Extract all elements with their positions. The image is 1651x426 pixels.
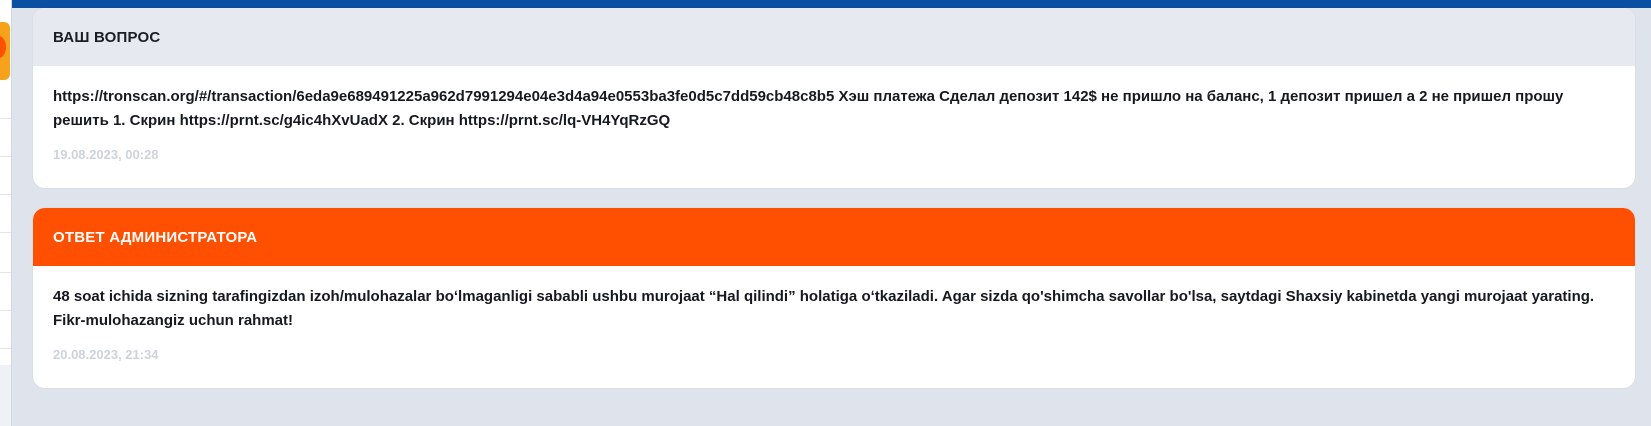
sidebar-divider [0,156,11,157]
sidebar-divider [0,310,11,311]
sidebar-divider [0,348,11,349]
answer-header: ОТВЕТ АДМИНИСТРАТОРА [33,208,1635,266]
sidebar-divider [0,194,11,195]
answer-date: 20.08.2023, 21:34 [53,347,159,362]
question-header: ВАШ ВОПРОС [33,8,1635,66]
question-card: ВАШ ВОПРОС https://tronscan.org/#/transa… [33,8,1635,188]
answer-card: ОТВЕТ АДМИНИСТРАТОРА 48 soat ichida sizn… [33,208,1635,388]
question-date: 19.08.2023, 00:28 [53,147,159,162]
top-header-band [0,0,1651,8]
sidebar-divider [0,118,11,119]
sidebar-divider [0,272,11,273]
answer-text: 48 soat ichida sizning tarafingizdan izo… [53,288,1595,329]
sidebar-divider [0,232,11,233]
sidebar-footer-block [0,365,11,426]
left-sidebar-edge [0,0,12,426]
question-text: https://tronscan.org/#/transaction/6eda9… [53,88,1564,129]
